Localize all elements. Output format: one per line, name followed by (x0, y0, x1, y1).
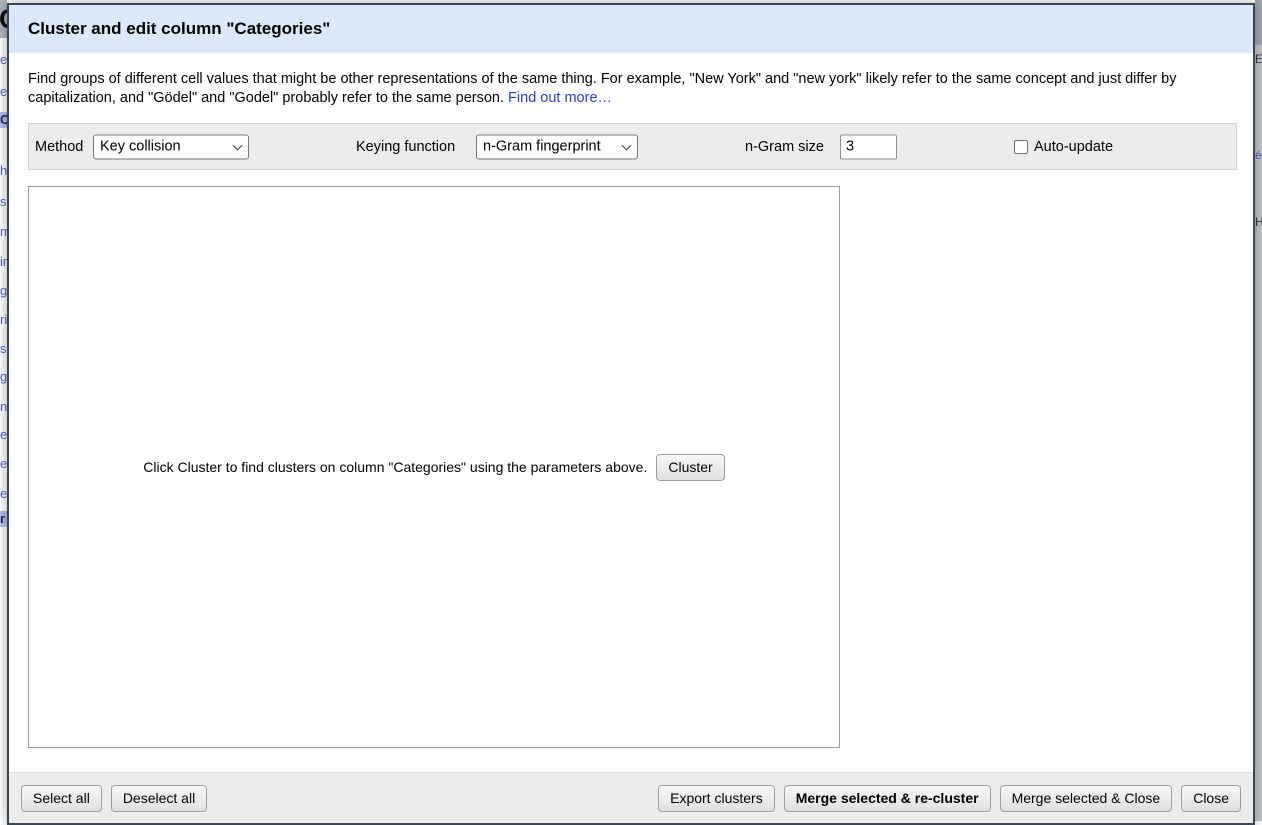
bg-text-fragment: g (0, 369, 7, 385)
bg-text-fragment: E (1255, 52, 1262, 66)
bg-text-fragment: g (0, 283, 7, 299)
merge-close-button[interactable]: Merge selected & Close (1000, 785, 1173, 812)
select-all-button[interactable]: Select all (21, 785, 102, 812)
ngram-size-input[interactable] (840, 134, 897, 159)
bg-text-fragment: er (0, 486, 7, 502)
export-clusters-button[interactable]: Export clusters (658, 785, 775, 812)
background-scrollbar-top (1255, 0, 1262, 45)
clustering-controls-bar: Method Key collision Keying function n-G… (28, 123, 1237, 170)
footer-right-buttons: Export clusters Merge selected & re-clus… (658, 785, 1241, 812)
method-select-value: Key collision (100, 139, 181, 155)
keying-function-select-value: n-Gram fingerprint (483, 139, 601, 155)
dialog-footer: Select all Deselect all Export clusters … (9, 772, 1253, 823)
bg-text-fragment: r (0, 511, 7, 527)
dialog-description: Find groups of different cell values tha… (28, 70, 1226, 108)
bg-text-fragment: C (0, 112, 7, 128)
bg-text-fragment: ir (0, 254, 7, 270)
background-heading-letter: C (0, 4, 7, 35)
bg-text-fragment: es (0, 427, 7, 443)
background-page-scrollbar[interactable]: Eé H (1255, 0, 1262, 821)
bg-text-fragment: H (1255, 215, 1262, 229)
close-button[interactable]: Close (1181, 785, 1241, 812)
method-label: Method (35, 139, 83, 155)
merge-recluster-button[interactable]: Merge selected & re-cluster (784, 785, 991, 812)
bg-text-fragment: m (0, 224, 7, 240)
background-header-strip: C (0, 0, 7, 38)
bg-text-fragment: e (0, 52, 7, 68)
bg-text-fragment: ria (0, 312, 7, 328)
cluster-edit-dialog: Cluster and edit column "Categories" Fin… (7, 3, 1255, 825)
bg-text-fragment: h (0, 163, 7, 179)
bg-text-fragment: s (0, 194, 7, 210)
bg-text-fragment: es (0, 456, 7, 472)
bg-text-fragment: ni (0, 399, 7, 415)
method-select[interactable]: Key collision (93, 134, 249, 159)
dialog-titlebar: Cluster and edit column "Categories" (9, 5, 1253, 53)
ngram-size-label: n-Gram size (745, 139, 824, 155)
background-page-left-edge: C e es Chsm ir g ria s | g ni es es er r (0, 0, 7, 821)
auto-update-checkbox[interactable] (1014, 140, 1028, 154)
bg-text-fragment: es (0, 84, 7, 100)
deselect-all-button[interactable]: Deselect all (111, 785, 207, 812)
chevron-down-icon (622, 140, 632, 150)
bg-text-fragment: s | (0, 341, 7, 357)
bg-text-fragment: é (1255, 148, 1262, 162)
find-out-more-link[interactable]: Find out more… (508, 90, 612, 106)
auto-update-label: Auto-update (1034, 139, 1113, 155)
clusters-panel: Click Cluster to find clusters on column… (28, 186, 840, 748)
dialog-title: Cluster and edit column "Categories" (28, 19, 330, 39)
footer-left-buttons: Select all Deselect all (21, 785, 207, 812)
keying-function-label: Keying function (356, 139, 455, 155)
clusters-panel-message: Click Cluster to find clusters on column… (143, 459, 647, 475)
cluster-button[interactable]: Cluster (656, 454, 724, 481)
chevron-down-icon (233, 140, 243, 150)
keying-function-select[interactable]: n-Gram fingerprint (476, 134, 638, 159)
